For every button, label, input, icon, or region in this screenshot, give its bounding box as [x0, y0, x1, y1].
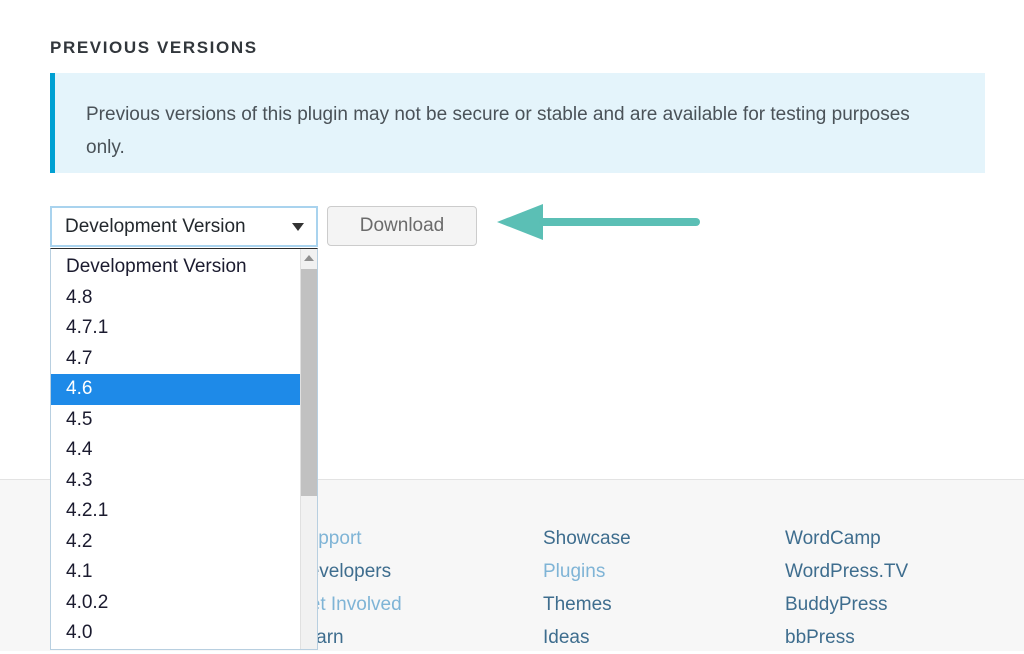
scroll-up-arrow-icon[interactable] [301, 249, 317, 266]
footer-link[interactable]: Ideas [543, 621, 631, 654]
version-option[interactable]: 4.4 [51, 435, 300, 466]
footer-link[interactable]: Themes [543, 588, 631, 621]
version-option[interactable]: 4.6 [51, 374, 300, 405]
version-option[interactable]: 4.5 [51, 405, 300, 436]
version-option[interactable]: 4.0.2 [51, 588, 300, 619]
version-option[interactable]: Development Version [51, 252, 300, 283]
version-select-value: Development Version [65, 216, 292, 238]
dropdown-scrollbar[interactable] [300, 249, 317, 649]
version-option[interactable]: 4.2 [51, 527, 300, 558]
footer-column-two: ShowcasePluginsThemesIdeas [543, 522, 631, 654]
version-select[interactable]: Development Version [50, 206, 318, 247]
previous-versions-notice: Previous versions of this plugin may not… [50, 73, 985, 173]
version-option-list: Development Version4.84.7.14.74.64.54.44… [51, 249, 300, 649]
version-option[interactable]: 4.8 [51, 283, 300, 314]
version-option[interactable]: 4.0 [51, 618, 300, 649]
scrollbar-thumb[interactable] [301, 269, 317, 496]
download-button[interactable]: Download [327, 206, 477, 246]
notice-text: Previous versions of this plugin may not… [86, 98, 931, 164]
footer-link[interactable]: bbPress [785, 621, 908, 654]
chevron-down-icon [292, 223, 304, 231]
footer-link[interactable]: BuddyPress [785, 588, 908, 621]
footer-link[interactable]: WordPress.TV [785, 555, 908, 588]
version-dropdown-list[interactable]: Development Version4.84.7.14.74.64.54.44… [50, 248, 318, 650]
version-option[interactable]: 4.7.1 [51, 313, 300, 344]
footer-link[interactable]: WordCamp [785, 522, 908, 555]
version-option[interactable]: 4.7 [51, 344, 300, 375]
version-option[interactable]: 4.3 [51, 466, 300, 497]
page-title: PREVIOUS VERSIONS [50, 38, 258, 58]
footer-column-three: WordCampWordPress.TVBuddyPressbbPress [785, 522, 908, 654]
version-option[interactable]: 4.2.1 [51, 496, 300, 527]
annotation-arrow-icon [497, 200, 702, 245]
footer-link[interactable]: Showcase [543, 522, 631, 555]
version-option[interactable]: 4.1 [51, 557, 300, 588]
footer-link[interactable]: Plugins [543, 555, 631, 588]
